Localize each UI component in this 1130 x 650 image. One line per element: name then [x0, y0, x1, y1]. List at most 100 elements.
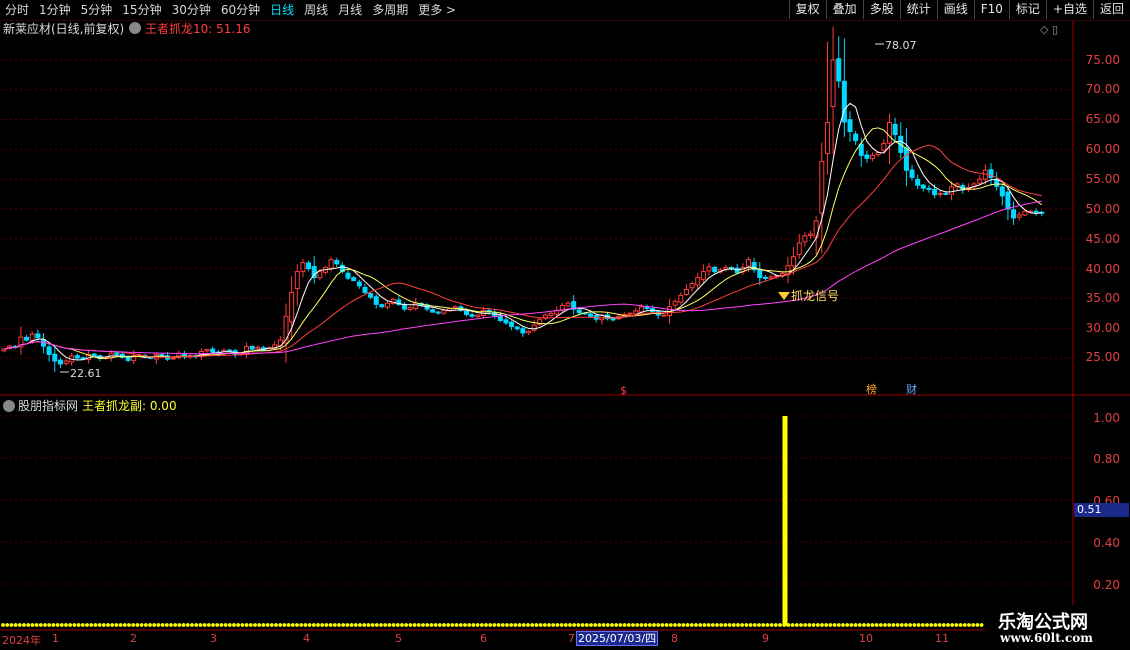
candle-body	[430, 309, 436, 313]
candle-body	[159, 354, 165, 357]
signal-baseline-dot	[9, 623, 14, 627]
candle-body	[475, 314, 481, 318]
signal-baseline-dot	[320, 623, 325, 627]
candle-body	[1011, 209, 1017, 219]
signal-baseline-dot	[236, 623, 241, 627]
signal-baseline-dot	[93, 623, 98, 627]
date-label: 7	[568, 632, 575, 645]
price-tick: 55.00	[1085, 172, 1120, 186]
signal-baseline-dot	[400, 623, 404, 627]
signal-baseline-dot	[979, 623, 984, 627]
signal-baseline-dot	[731, 623, 736, 627]
sub-tick: 0.80	[1093, 452, 1120, 466]
signal-baseline-dot	[941, 623, 946, 627]
candle-body	[757, 268, 763, 279]
signal-baseline-dot	[631, 623, 635, 627]
candle-body	[678, 294, 684, 303]
chart-grid	[0, 59, 1073, 585]
signal-baseline-dot	[748, 623, 753, 627]
candle-body	[695, 277, 701, 286]
signal-baseline-dot	[349, 623, 354, 627]
signal-baseline-dot	[194, 623, 199, 627]
signal-baseline-dot	[849, 623, 854, 627]
candle-body	[289, 291, 295, 323]
signal-baseline-dot	[80, 623, 85, 627]
candle-body	[514, 326, 520, 330]
signal-baseline-dot	[177, 623, 182, 627]
signal-baseline-dot	[404, 623, 409, 627]
signal-baseline-dot	[513, 623, 518, 627]
signal-baseline-dot	[26, 623, 31, 627]
candle-body	[520, 328, 526, 334]
candle-body	[29, 333, 35, 341]
signal-baseline-dot	[744, 623, 749, 627]
signal-baseline-dot	[345, 623, 350, 627]
cursor-value-badge: 0.51	[1074, 503, 1129, 517]
signal-baseline-dot	[169, 623, 173, 627]
indicator-toggle-icon[interactable]	[129, 22, 141, 34]
signal-baseline-dot	[143, 623, 148, 627]
signal-baseline-dot	[555, 623, 560, 627]
signal-baseline-dot	[110, 623, 115, 627]
candle-body	[46, 346, 52, 355]
signal-baseline-dot	[912, 623, 917, 627]
candle-body	[932, 188, 938, 196]
signal-baseline-dot	[584, 623, 589, 627]
price-tick: 45.00	[1085, 232, 1120, 246]
candle-body	[52, 353, 58, 362]
candle-body	[802, 235, 808, 243]
signal-baseline-dot	[114, 623, 119, 627]
signal-baseline-dot	[370, 623, 375, 627]
signal-baseline-dot	[853, 623, 858, 627]
signal-baseline-dot	[13, 623, 18, 627]
sub-toggle-icon[interactable]	[3, 400, 15, 412]
event-marker-dollar[interactable]: $	[620, 384, 627, 397]
signal-baseline-dot	[702, 623, 707, 627]
signal-baseline-dot	[622, 623, 627, 627]
date-label: 6	[480, 632, 487, 645]
signal-baseline-dot	[601, 623, 606, 627]
signal-baseline-dot	[673, 623, 677, 627]
candle-body	[435, 311, 441, 314]
signal-baseline-dot	[950, 623, 955, 627]
candle-body	[977, 178, 983, 184]
signal-baseline-dot	[51, 623, 56, 627]
signal-baseline-dot	[278, 623, 283, 627]
event-marker-list[interactable]: 榜	[866, 382, 877, 396]
candle-body	[909, 169, 915, 178]
date-label: 10	[859, 632, 873, 645]
candle-body	[745, 259, 751, 267]
signal-baseline-dot	[362, 623, 367, 627]
signal-baseline-dot	[1, 623, 5, 627]
signal-baseline-dot	[181, 623, 186, 627]
signal-baseline-dot	[248, 623, 253, 627]
price-tick: 25.00	[1085, 350, 1120, 364]
signal-baseline-dot	[761, 623, 766, 627]
sub-tick: 1.00	[1093, 411, 1120, 425]
signal-baseline-dot	[463, 623, 467, 627]
kline-chart[interactable]: 78.07 22.61 抓龙信号 $ 榜 财	[0, 0, 1130, 650]
signal-baseline-dot	[694, 623, 698, 627]
signal-baseline-dot	[967, 623, 971, 627]
price-tick: 65.00	[1085, 112, 1120, 126]
candle-body	[768, 276, 774, 279]
sub-indicator-chart	[1, 416, 984, 627]
signal-baseline-dot	[240, 623, 245, 627]
signal-baseline-dot	[589, 623, 593, 627]
signal-baseline-dot	[211, 623, 215, 627]
signal-baseline-dot	[185, 623, 190, 627]
signal-baseline-dot	[5, 623, 10, 627]
signal-baseline-dot	[450, 623, 455, 627]
candle-body	[1005, 191, 1011, 210]
window-icon[interactable]: ▯	[1052, 23, 1058, 36]
diamond-icon[interactable]: ◇	[1040, 23, 1048, 36]
date-label: 3	[210, 632, 217, 645]
signal-baseline-dot	[542, 623, 547, 627]
signal-baseline-dot	[295, 623, 299, 627]
candle-body	[441, 309, 447, 314]
signal-baseline-dot	[857, 623, 862, 627]
event-marker-finance[interactable]: 财	[906, 382, 917, 396]
signal-baseline-dot	[17, 623, 22, 627]
signal-baseline-dot	[845, 623, 850, 627]
candle-body	[24, 336, 30, 341]
